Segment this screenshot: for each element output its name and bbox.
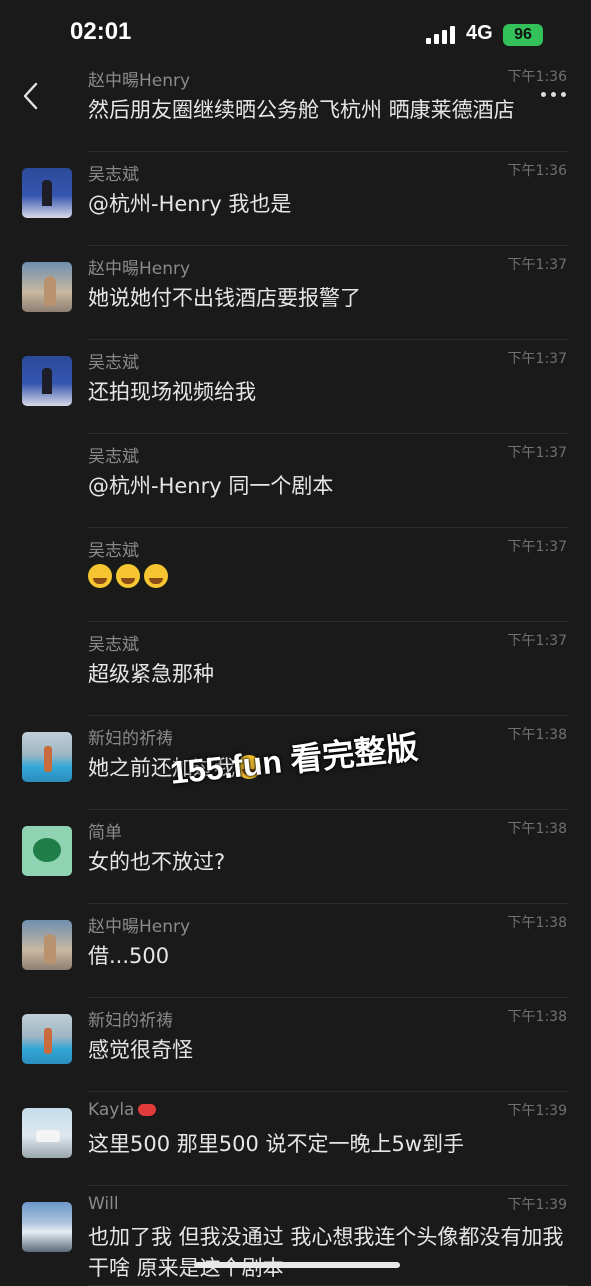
message-text: 这里500 那里500 说不定一晚上5w到手: [88, 1132, 465, 1156]
laughing-crying-emoji-icon: [144, 564, 168, 588]
message-list[interactable]: 赵中暘Henry 下午1:36 然后朋友圈继续晒公务舱飞杭州 晒康莱德酒店 吴志…: [0, 58, 591, 1286]
message-item[interactable]: 吴志斌 下午1:37 还拍现场视频给我: [0, 340, 591, 434]
message-text: 也加了我 但我没通过 我心想我连个头像都没有加我干啥 原来是这个剧本: [88, 1225, 564, 1280]
message-text: 她说她付不出钱酒店要报警了: [88, 286, 361, 310]
sender-name: 吴志斌: [88, 353, 139, 373]
message-text: 还拍现场视频给我: [88, 380, 256, 404]
battery-level: 96: [514, 26, 532, 43]
message-item[interactable]: 简单 下午1:38 女的也不放过?: [0, 810, 591, 904]
sender-name: 吴志斌: [88, 165, 139, 185]
message-item[interactable]: 赵中暘Henry 下午1:37 她说她付不出钱酒店要报警了: [0, 246, 591, 340]
sender-name: 新妇的祈祷: [88, 729, 173, 749]
message-time: 下午1:38: [507, 1009, 567, 1025]
battery-icon: 96: [503, 24, 543, 46]
sender-name: 吴志斌: [88, 635, 139, 655]
laughing-crying-emoji-icon: [88, 564, 112, 588]
message-item[interactable]: 赵中暘Henry 下午1:38 借...500: [0, 904, 591, 998]
message-time: 下午1:36: [507, 69, 567, 85]
emoji-row: [88, 564, 172, 592]
avatar[interactable]: [22, 920, 72, 970]
sender-name: 新妇的祈祷: [88, 1011, 173, 1031]
message-item[interactable]: 吴志斌 下午1:36 @杭州-Henry 我也是: [0, 152, 591, 246]
message-text: @杭州-Henry 我也是: [88, 192, 292, 216]
message-text: 女的也不放过?: [88, 850, 226, 874]
message-time: 下午1:37: [507, 445, 567, 461]
signal-icon: [426, 26, 458, 44]
message-time: 下午1:39: [507, 1103, 567, 1119]
message-time: 下午1:37: [507, 351, 567, 367]
status-time: 02:01: [70, 18, 132, 45]
message-time: 下午1:36: [507, 163, 567, 179]
avatar[interactable]: [22, 1202, 72, 1252]
message-time: 下午1:39: [507, 1197, 567, 1213]
sender-name: 赵中暘Henry: [88, 259, 191, 279]
sender-name: 吴志斌: [88, 447, 139, 467]
avatar[interactable]: [22, 826, 72, 876]
message-item[interactable]: 吴志斌 下午1:37: [0, 528, 591, 622]
message-item[interactable]: 吴志斌 下午1:37 @杭州-Henry 同一个剧本: [0, 434, 591, 528]
avatar[interactable]: [22, 356, 72, 406]
message-item[interactable]: 吴志斌 下午1:37 超级紧急那种: [0, 622, 591, 716]
message-text: 超级紧急那种: [88, 662, 214, 686]
message-time: 下午1:38: [507, 915, 567, 931]
message-item[interactable]: 新妇的祈祷 下午1:38 感觉很奇怪: [0, 998, 591, 1092]
avatar[interactable]: [22, 262, 72, 312]
sender-name-text: Kayla: [88, 1100, 135, 1120]
message-time: 下午1:38: [507, 821, 567, 837]
sender-name: 简单: [88, 823, 122, 843]
laughing-crying-emoji-icon: [116, 564, 140, 588]
message-item[interactable]: Will 下午1:39 也加了我 但我没通过 我心想我连个头像都没有加我干啥 原…: [0, 1186, 591, 1286]
message-time: 下午1:37: [507, 257, 567, 273]
sender-name: 赵中暘Henry: [88, 917, 191, 937]
message-time: 下午1:37: [507, 539, 567, 555]
message-text: 然后朋友圈继续晒公务舱飞杭州 晒康莱德酒店: [88, 98, 515, 122]
network-type: 4G: [466, 22, 493, 44]
message-text: @杭州-Henry 同一个剧本: [88, 474, 334, 498]
lips-icon: [138, 1104, 157, 1116]
avatar[interactable]: [22, 1108, 72, 1158]
message-item[interactable]: 赵中暘Henry 下午1:36 然后朋友圈继续晒公务舱飞杭州 晒康莱德酒店: [0, 58, 591, 152]
home-indicator[interactable]: [194, 1262, 400, 1268]
message-time: 下午1:38: [507, 727, 567, 743]
message-item[interactable]: Kayla 下午1:39 这里500 那里500 说不定一晚上5w到手: [0, 1092, 591, 1186]
message-time: 下午1:37: [507, 633, 567, 649]
message-text: 感觉很奇怪: [88, 1038, 193, 1062]
avatar[interactable]: [22, 168, 72, 218]
sender-name: Will: [88, 1194, 119, 1214]
sender-name: 吴志斌: [88, 541, 139, 561]
avatar[interactable]: [22, 732, 72, 782]
avatar[interactable]: [22, 1014, 72, 1064]
sender-name: 赵中暘Henry: [88, 71, 191, 91]
sender-name: Kayla: [88, 1100, 157, 1120]
message-text: 借...500: [88, 944, 170, 968]
